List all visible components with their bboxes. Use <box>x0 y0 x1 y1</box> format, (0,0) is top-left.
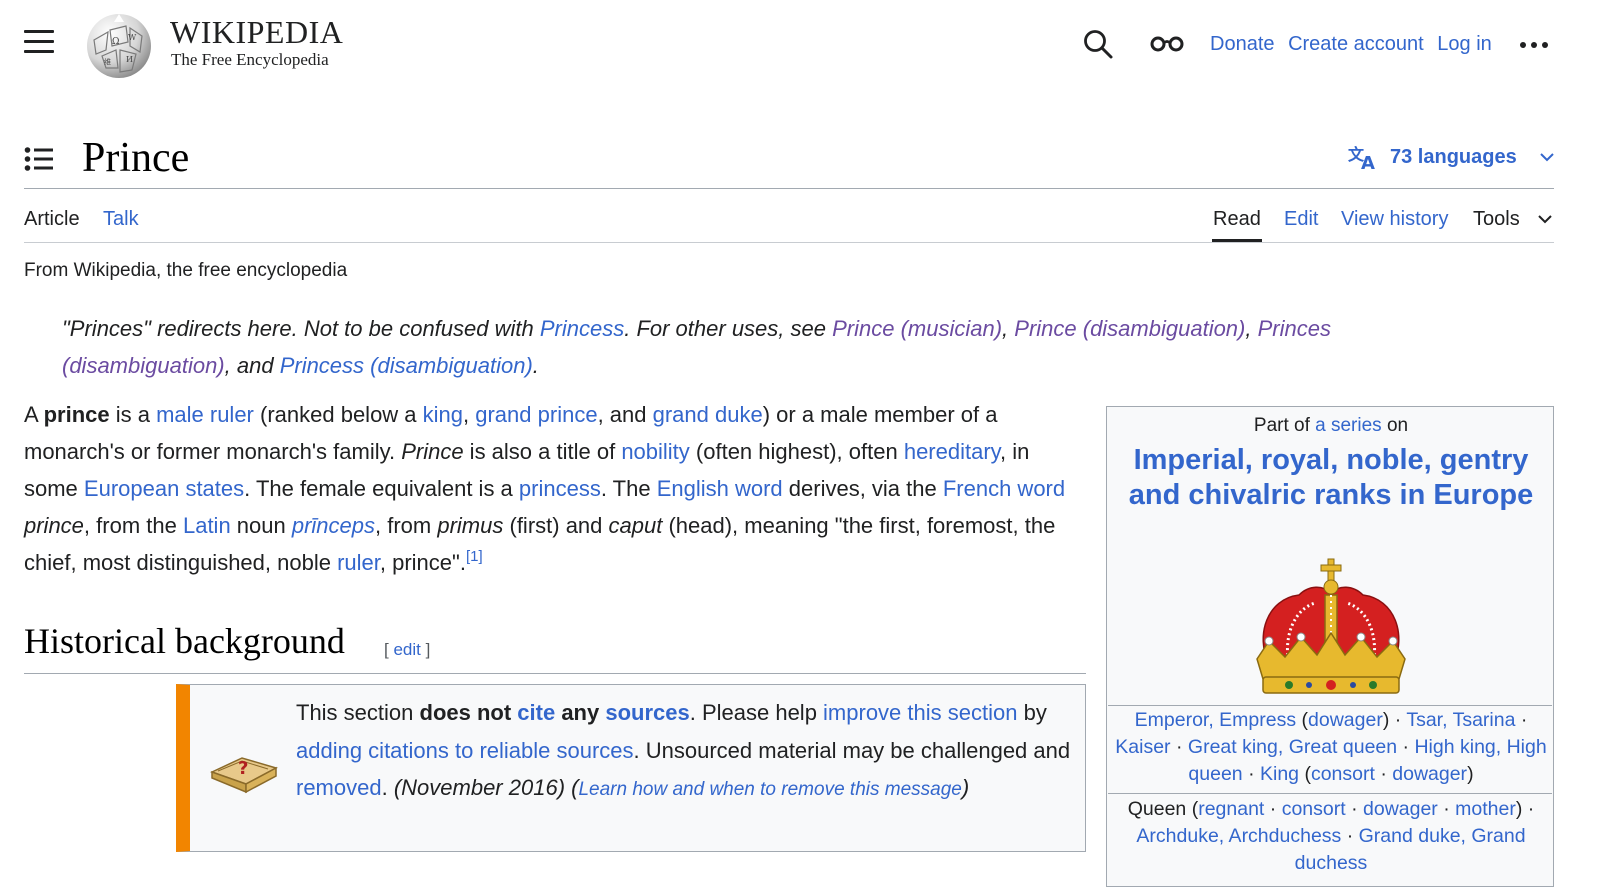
title-divider <box>24 188 1554 189</box>
site-subtitle: From Wikipedia, the free encyclopedia <box>24 260 348 281</box>
language-button[interactable]: 文 A 73 languages <box>1348 144 1567 170</box>
wikipedia-wordmark[interactable]: WIKIPEDIA <box>170 14 343 51</box>
section-divider <box>24 673 1086 674</box>
crown-image <box>1256 558 1406 694</box>
search-icon[interactable] <box>1082 28 1114 60</box>
princess-link[interactable]: Princess <box>540 316 624 341</box>
bold-term: prince <box>43 402 110 427</box>
regnant-link[interactable]: regnant <box>1198 798 1264 820</box>
svg-text:维: 维 <box>104 57 111 66</box>
emperor-link[interactable]: Emperor, Empress <box>1135 709 1296 731</box>
grand-duke-link[interactable]: grand duke <box>653 402 763 427</box>
removed-link[interactable]: removed <box>296 775 382 800</box>
sidebar-infobox: Part of a series on Imperial, royal, nob… <box>1106 406 1554 887</box>
wikipedia-globe-logo[interactable]: Ω W И 维 <box>82 10 156 80</box>
princeps-link[interactable]: prīnceps <box>292 513 375 538</box>
tab-edit[interactable]: Edit <box>1284 208 1318 231</box>
menu-icon-bar <box>24 30 54 33</box>
cite-link[interactable]: cite <box>517 700 555 725</box>
section-edit: [ edit ] <box>384 640 431 659</box>
tools-label: Tools <box>1473 208 1520 230</box>
login-link[interactable]: Log in <box>1437 33 1492 55</box>
tab-article[interactable]: Article <box>24 208 80 231</box>
tsar-link[interactable]: Tsar, Tsarina <box>1406 709 1515 731</box>
king-link[interactable]: king <box>423 402 463 427</box>
svg-text:И: И <box>126 55 133 64</box>
male-ruler-link[interactable]: male ruler <box>156 402 254 427</box>
consort-link[interactable]: consort <box>1311 763 1375 785</box>
book-question-icon: ? <box>210 757 278 794</box>
rank-list-2: Queen (regnant · consort · dowager · mot… <box>1127 798 1535 874</box>
king-link[interactable]: King <box>1260 763 1299 785</box>
infobox-title-link[interactable]: Imperial, royal, noble, gentry and chiva… <box>1107 443 1553 513</box>
glasses-icon[interactable] <box>1149 34 1185 54</box>
chevron-down-icon <box>1540 153 1554 162</box>
tabs-divider <box>24 242 1554 243</box>
kaiser-link[interactable]: Kaiser <box>1115 736 1170 758</box>
learn-remove-link[interactable]: Learn how and when to remove this messag… <box>578 779 961 800</box>
prince-disambiguation-link[interactable]: Prince (disambiguation) <box>1014 316 1245 341</box>
nobility-link[interactable]: nobility <box>621 439 689 464</box>
hatnote-text: . <box>532 353 539 378</box>
sources-link[interactable]: sources <box>605 700 689 725</box>
create-account-link[interactable]: Create account <box>1288 33 1424 55</box>
series-link[interactable]: a series <box>1315 415 1382 436</box>
great-king-link[interactable]: Great king, Great queen <box>1188 736 1397 758</box>
tab-talk[interactable]: Talk <box>103 208 139 231</box>
svg-text:Ω: Ω <box>112 37 119 47</box>
hatnote: "Princes" redirects here. Not to be conf… <box>62 310 1422 384</box>
princess-disambiguation-link[interactable]: Princess (disambiguation) <box>280 353 533 378</box>
hatnote-text: . For other uses, see <box>624 316 833 341</box>
tab-read[interactable]: Read <box>1213 208 1261 231</box>
dowager-link[interactable]: dowager <box>1363 798 1438 820</box>
tab-view-history[interactable]: View history <box>1341 208 1448 231</box>
european-states-link[interactable]: European states <box>84 476 244 501</box>
svg-text:W: W <box>128 33 137 42</box>
princess-link[interactable]: princess <box>519 476 601 501</box>
unsourced-notice-text: This section does not cite any sources. … <box>296 700 1071 800</box>
hatnote-text: "Princes" redirects here. Not to be conf… <box>62 316 540 341</box>
hatnote-text: , <box>1002 316 1015 341</box>
mother-link[interactable]: mother <box>1455 798 1516 820</box>
hatnote-text: , and <box>224 353 280 378</box>
infobox-divider <box>1108 793 1552 794</box>
french-word-link[interactable]: French word <box>943 476 1065 501</box>
dowager-link[interactable]: dowager <box>1308 709 1383 731</box>
ruler-link[interactable]: ruler <box>337 550 380 575</box>
more-icon[interactable] <box>1519 40 1549 50</box>
translate-icon: 文 A <box>1348 145 1375 170</box>
archduke-link[interactable]: Archduke, Archduchess <box>1136 825 1341 847</box>
grand-prince-link[interactable]: grand prince <box>475 402 597 427</box>
tools-menu[interactable]: Tools <box>1473 208 1553 231</box>
latin-link[interactable]: Latin <box>183 513 231 538</box>
consort-link[interactable]: consort <box>1282 798 1346 820</box>
page-title: Prince <box>82 135 190 181</box>
toc-icon[interactable] <box>24 146 54 172</box>
language-count: 73 languages <box>1390 145 1517 168</box>
lead-paragraph: A prince is a male ruler (ranked below a… <box>24 402 1066 575</box>
hatnote-text: , <box>1245 316 1258 341</box>
menu-icon-bar <box>24 40 54 43</box>
site-tagline: The Free Encyclopedia <box>171 50 329 69</box>
section-heading: Historical background <box>24 621 345 661</box>
menu-icon-bar <box>24 50 54 53</box>
chevron-down-icon <box>1538 215 1552 224</box>
prince-musician-link[interactable]: Prince (musician) <box>832 316 1002 341</box>
english-word-link[interactable]: English word <box>657 476 783 501</box>
dowager-link[interactable]: dowager <box>1392 763 1467 785</box>
donate-link[interactable]: Donate <box>1210 33 1275 55</box>
svg-text:A: A <box>1361 153 1375 170</box>
reference-1-link[interactable]: [1] <box>466 548 483 565</box>
series-note: Part of a series on <box>1253 415 1409 436</box>
main-menu-button[interactable] <box>24 30 54 58</box>
svg-text:?: ? <box>238 758 248 779</box>
rank-list-1: Emperor, Empress (dowager) · Tsar, Tsari… <box>1115 709 1547 785</box>
user-links: Donate Create account Log in <box>1210 33 1500 56</box>
adding-citations-link[interactable]: adding citations to reliable sources <box>296 738 634 763</box>
section-edit-link[interactable]: edit <box>393 640 420 659</box>
infobox-divider <box>1108 705 1552 706</box>
improve-section-link[interactable]: improve this section <box>823 700 1017 725</box>
hereditary-link[interactable]: hereditary <box>904 439 1000 464</box>
